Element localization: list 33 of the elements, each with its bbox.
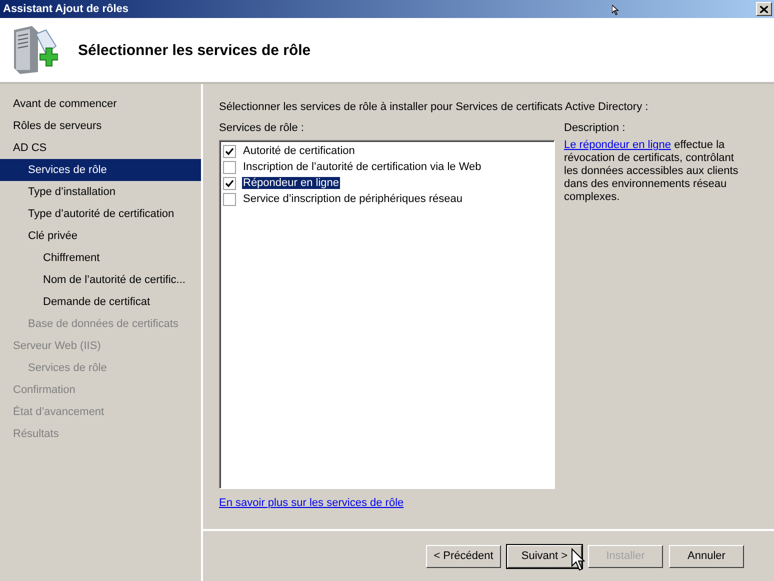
learn-more-link[interactable]: En savoir plus sur les services de rôle	[219, 497, 555, 509]
sidebar-item[interactable]: Services de rôle	[0, 159, 201, 181]
sidebar-item[interactable]: Avant de commencer	[0, 93, 201, 115]
sidebar-item[interactable]: Nom de l’autorité de certific...	[0, 269, 201, 291]
sidebar-item[interactable]: Clé privée	[0, 225, 201, 247]
sidebar-item[interactable]: AD CS	[0, 137, 201, 159]
role-service-item[interactable]: Répondeur en ligne	[242, 177, 340, 189]
sidebar-item[interactable]: Type d’autorité de certification	[0, 203, 201, 225]
description-link[interactable]: Le répondeur en ligne	[564, 139, 672, 151]
checkbox[interactable]	[223, 192, 236, 206]
page-title: Sélectionner les services de rôle	[78, 42, 311, 58]
role-service-item[interactable]: Autorité de certification	[242, 145, 356, 157]
window-title: Assistant Ajout de rôles	[3, 3, 129, 15]
checkbox[interactable]	[223, 176, 236, 190]
checkbox[interactable]	[223, 144, 236, 158]
close-button[interactable]	[756, 2, 772, 16]
role-service-item[interactable]: Inscription de l’autorité de certification via le Web	[242, 161, 482, 173]
checkbox[interactable]	[223, 160, 236, 174]
sidebar-item[interactable]: Demande de certificat	[0, 291, 201, 313]
sidebar-item[interactable]: Type d’installation	[0, 181, 201, 203]
close-icon	[760, 6, 768, 12]
cursor-icon	[612, 5, 619, 15]
next-button[interactable]: Suivant >	[507, 544, 582, 568]
cursor-icon	[571, 548, 587, 572]
instruction-text: Sélectionner les services de rôle à installer pour Services de certificats Active Directory :	[219, 101, 650, 113]
back-button[interactable]: < Précédent	[426, 544, 501, 568]
sidebar-item[interactable]: Chiffrement	[0, 247, 201, 269]
sidebar-item[interactable]: Rôles de serveurs	[0, 115, 201, 137]
description-text: Le répondeur en ligne effectue la révocation de certificats, contrôlant les données accessibles aux clients dans des environnements réseau complexes.	[564, 139, 740, 204]
cancel-button[interactable]: Annuler	[669, 544, 744, 568]
description-label: Description :	[564, 122, 626, 134]
role-service-item[interactable]: Service d’inscription de périphériques réseau	[242, 193, 464, 205]
list-label: Services de rôle :	[219, 122, 305, 134]
